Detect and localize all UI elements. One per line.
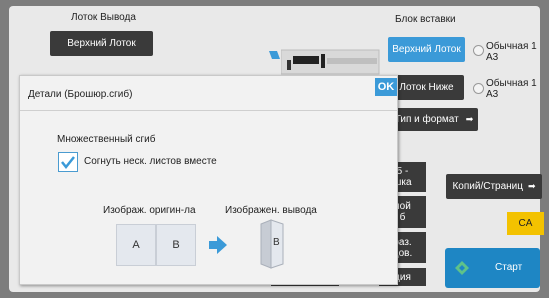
type-format-label: Тип и формат	[394, 114, 459, 125]
upper-tray-paper: Обычная 1	[486, 41, 537, 52]
original-image-label: Изображ. оригин-ла	[103, 205, 196, 216]
multi-fold-section-label: Множественный сгиб	[57, 134, 156, 145]
folding-details-dialog: Детали (Брошюр.сгиб) OK Множественный сг…	[19, 75, 398, 285]
lower-tray-button[interactable]: Лоток Ниже	[389, 75, 464, 100]
output-image: B	[259, 218, 285, 270]
ok-button[interactable]: OK	[375, 78, 397, 96]
output-image-label: Изображен. вывода	[225, 205, 317, 216]
arrow-right-icon: ➡	[527, 181, 536, 191]
output-tray-label: Лоток Вывода	[71, 12, 136, 23]
lower-tray-paper: Обычная 1	[486, 78, 537, 89]
arrow-right-icon	[209, 236, 227, 254]
folded-booklet-icon	[260, 219, 284, 269]
insert-unit-label: Блок вставки	[395, 14, 456, 25]
lower-tray-size: A3	[486, 89, 499, 100]
lower-tray-indicator-icon	[473, 83, 484, 94]
upper-tray-size: A3	[486, 52, 499, 63]
output-tray-button[interactable]: Верхний Лоток	[50, 31, 153, 56]
fold-multiple-checkbox[interactable]	[58, 152, 78, 172]
upper-tray-button[interactable]: Верхний Лоток	[388, 37, 465, 62]
original-page-a: A	[116, 224, 156, 266]
checkmark-icon	[61, 156, 75, 170]
upper-tray-indicator-icon	[473, 45, 484, 56]
copies-pages-button[interactable]: Копий/Страниц ➡	[446, 174, 542, 199]
fold-multiple-label: Согнуть неск. листов вместе	[84, 156, 217, 167]
start-label: Старт	[495, 262, 523, 273]
start-button[interactable]: Старт	[445, 248, 540, 288]
start-diamond-icon	[455, 261, 469, 275]
arrow-indicator-icon	[269, 46, 280, 59]
original-image: A B	[116, 224, 196, 268]
dialog-title: Детали (Брошюр.сгиб)	[28, 89, 133, 100]
type-format-button[interactable]: Тип и формат ➡	[390, 108, 478, 131]
machine-illustration	[280, 46, 381, 76]
arrow-right-icon: ➡	[465, 114, 474, 124]
copies-pages-label: Копий/Страниц	[452, 181, 523, 192]
folded-page-b: B	[273, 237, 280, 248]
ca-button[interactable]: CA	[507, 212, 544, 235]
original-page-b: B	[156, 224, 196, 266]
dialog-divider	[20, 110, 397, 111]
